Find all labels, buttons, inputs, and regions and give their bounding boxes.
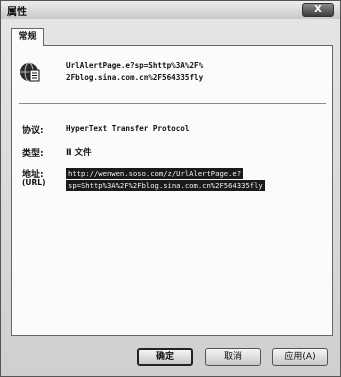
internet-shortcut-icon	[20, 62, 40, 82]
type-label: 类型:	[22, 149, 44, 159]
file-name-line-1: UrlAlertPage.e?sp=Shttp%3A%2F%	[66, 61, 204, 70]
protocol-value: HyperText Transfer Protocol	[66, 124, 190, 133]
file-name: UrlAlertPage.e?sp=Shttp%3A%2F% 2Fblog.si…	[66, 60, 306, 84]
cancel-button[interactable]: 取消	[205, 348, 261, 366]
properties-dialog: 属性 X 常规 UrlAlertPage.e?sp=Shttp%3A%2F% 2…	[0, 0, 341, 377]
type-value: Ⅱ 文件	[66, 148, 92, 158]
address-field[interactable]: http://wenwen.soso.com/z/UrlAlertPage.e?…	[66, 168, 321, 192]
window-title: 属性	[7, 7, 27, 18]
close-button[interactable]: X	[302, 3, 334, 17]
protocol-label: 协议:	[22, 126, 44, 136]
general-panel: UrlAlertPage.e?sp=Shttp%3A%2F% 2Fblog.si…	[11, 45, 333, 336]
separator	[19, 103, 326, 105]
address-url-label: (URL)	[22, 178, 46, 187]
address-line-2[interactable]: sp=Shttp%3A%2F%2Fblog.sina.com.cn%2F5643…	[66, 180, 265, 191]
ok-button[interactable]: 确定	[137, 348, 193, 366]
apply-button[interactable]: 应用(A)	[272, 348, 328, 366]
address-line-1[interactable]: http://wenwen.soso.com/z/UrlAlertPage.e?	[66, 168, 244, 179]
file-name-line-2: 2Fblog.sina.com.cn%2F564335fly	[66, 73, 204, 82]
tab-general[interactable]: 常规	[11, 28, 44, 46]
title-bar[interactable]: 属性 X	[1, 1, 340, 19]
